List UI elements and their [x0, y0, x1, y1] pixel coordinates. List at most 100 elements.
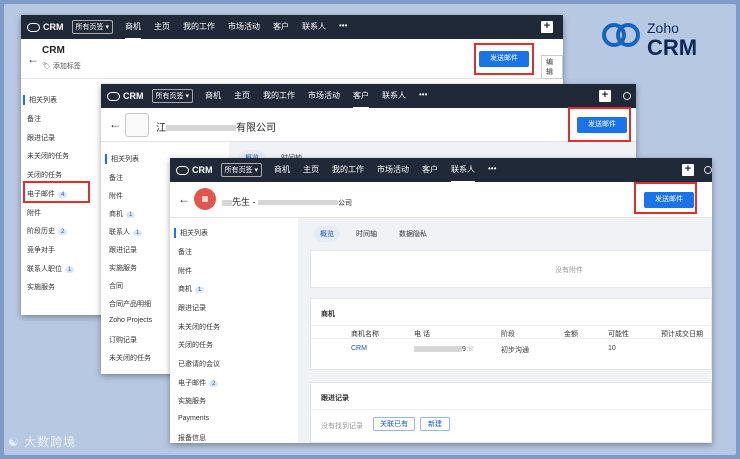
no-records-text: 没有找到记录 [321, 423, 363, 430]
deal-name-link[interactable]: CRM [351, 345, 367, 352]
related-item-filing-info[interactable]: 报备信息 [178, 433, 206, 443]
nav-more-icon[interactable]: ••• [339, 15, 347, 40]
related-item-closed-tasks[interactable]: 关闭的任务 [27, 170, 62, 180]
tab-data-privacy[interactable]: 数据隐私 [393, 226, 433, 242]
deal-stage: 初步沟通 [501, 347, 529, 354]
nav-tab-deals[interactable]: 商机 [205, 84, 221, 109]
plus-icon[interactable]: + [599, 90, 611, 102]
nav-tab-accounts[interactable]: 客户 [273, 15, 289, 40]
related-item-followup[interactable]: 跟进记录 [178, 303, 206, 313]
crm-logo-icon [176, 165, 189, 175]
add-tag-link[interactable]: 🏷 添加标签 [42, 61, 81, 71]
related-item-label: 商机 [178, 286, 192, 293]
nav-tab-campaigns[interactable]: 市场活动 [228, 15, 260, 40]
back-arrow-icon[interactable]: ← [27, 52, 39, 66]
related-item-invited-meetings[interactable]: 已邀请的会议 [178, 359, 220, 369]
nav-tab-contacts[interactable]: 联系人 [450, 158, 475, 183]
search-icon[interactable] [704, 166, 712, 174]
related-list-header: 相关列表 [174, 228, 208, 238]
nav-tab-home[interactable]: 主页 [154, 15, 170, 40]
related-item-emails[interactable]: 电子邮件 2 [178, 378, 219, 388]
divider [311, 409, 712, 410]
nav-tab-my-work[interactable]: 我的工作 [263, 84, 295, 109]
related-item-implementation[interactable]: 实施服务 [178, 396, 206, 406]
related-item-notes[interactable]: 备注 [27, 114, 41, 124]
related-item-contacts[interactable]: 联系人 1 [109, 227, 143, 237]
related-item-implementation[interactable]: 实施服务 [27, 282, 55, 292]
back-arrow-icon[interactable]: ← [109, 117, 121, 131]
all-tabs-dropdown[interactable]: 所有页签 ▾ [71, 20, 113, 34]
nav-tab-deals[interactable]: 商机 [274, 158, 290, 183]
related-item-open-tasks[interactable]: 未关闭的任务 [178, 322, 220, 332]
related-item-payments[interactable]: Payments [178, 415, 209, 422]
no-attachments-text: 没有附件 [555, 267, 583, 274]
related-item-label: 联系人 [109, 229, 130, 236]
related-item-open-tasks[interactable]: 未关闭的任务 [109, 353, 151, 363]
related-item-attachments[interactable]: 附件 [178, 266, 192, 276]
nav-more-icon[interactable]: ••• [419, 84, 427, 109]
table-row[interactable]: CRM 9☏ 初步沟通 10 [311, 339, 712, 357]
brand-label: CRM [43, 22, 64, 32]
all-tabs-dropdown[interactable]: 所有页签 ▾ [151, 89, 193, 103]
window-contact: CRM 所有页签 ▾ 商机 主页 我的工作 市场活动 客户 联系人 ••• + … [170, 158, 712, 443]
related-item-attachments[interactable]: 附件 [109, 191, 123, 201]
nav-tab-deals[interactable]: 商机 [124, 15, 141, 40]
nav-tab-campaigns[interactable]: 市场活动 [377, 158, 409, 183]
count-badge: 2 [58, 229, 68, 235]
related-item-contact-roles[interactable]: 联系人职位 1 [27, 264, 75, 274]
nav-tabs: 商机 主页 我的工作 市场活动 客户 联系人 ••• [124, 15, 347, 40]
record-header: ← 江有限公司 发送邮件 [101, 108, 636, 142]
highlight-send-email-1 [474, 43, 534, 75]
edit-button[interactable]: 编辑 [541, 55, 563, 79]
nav-tab-home[interactable]: 主页 [303, 158, 319, 183]
crm-brand[interactable]: CRM [27, 22, 64, 32]
nav-tab-contacts[interactable]: 联系人 [382, 84, 406, 109]
related-item-notes[interactable]: 备注 [178, 247, 192, 257]
plus-icon[interactable]: + [541, 21, 553, 33]
nav-tab-contacts[interactable]: 联系人 [302, 15, 326, 40]
related-item-attachments[interactable]: 附件 [27, 208, 41, 218]
related-item-notes[interactable]: 备注 [109, 173, 123, 183]
related-item-orders[interactable]: 订购记录 [109, 335, 137, 345]
related-item-followup[interactable]: 跟进记录 [109, 245, 137, 255]
plus-icon[interactable]: + [682, 164, 694, 176]
account-title-prefix: 江 [156, 123, 166, 134]
nav-more-icon[interactable]: ••• [488, 158, 496, 183]
related-item-stage-history[interactable]: 阶段历史 2 [27, 226, 68, 236]
related-item-implementation[interactable]: 实施服务 [109, 263, 137, 273]
nav-tab-my-work[interactable]: 我的工作 [332, 158, 364, 183]
redacted-text [222, 199, 232, 206]
related-item-deals[interactable]: 商机 1 [178, 284, 205, 294]
nav-tab-accounts[interactable]: 客户 [352, 84, 369, 109]
count-badge: 1 [126, 212, 136, 218]
back-arrow-icon[interactable]: ← [178, 192, 190, 206]
brand-label: CRM [123, 91, 144, 101]
related-item-competitors[interactable]: 竞争对手 [27, 245, 55, 255]
tab-overview[interactable]: 概览 [314, 226, 340, 242]
crm-brand[interactable]: CRM [107, 91, 144, 101]
nav-tab-campaigns[interactable]: 市场活动 [308, 84, 340, 109]
phone-icon[interactable]: ☏ [466, 346, 475, 353]
related-item-contract-products[interactable]: 合同产品明细 [109, 299, 151, 309]
related-item-open-tasks[interactable]: 未关闭的任务 [27, 151, 69, 161]
new-button[interactable]: 新建 [420, 417, 450, 431]
deals-panel: 商机 商机名称 电 话 阶段 金额 可能性 预计成交日期 CRM 9☏ 初步沟通… [310, 298, 712, 370]
related-item-deals[interactable]: 商机 1 [109, 209, 136, 219]
contact-title: 先生 - 公司 [222, 195, 352, 208]
related-item-label: 实施服务 [178, 398, 206, 405]
related-item-closed-tasks[interactable]: 关闭的任务 [178, 340, 213, 350]
tab-timeline[interactable]: 时间轴 [350, 226, 383, 242]
related-item-followup[interactable]: 跟进记录 [27, 133, 55, 143]
related-item-contracts[interactable]: 合同 [109, 281, 123, 291]
related-list-header: 相关列表 [105, 154, 139, 164]
nav-tab-home[interactable]: 主页 [234, 84, 250, 109]
search-icon[interactable] [623, 92, 631, 100]
redacted-text [414, 346, 462, 353]
link-existing-button[interactable]: 关联已有 [373, 417, 415, 431]
all-tabs-dropdown[interactable]: 所有页签 ▾ [220, 163, 262, 177]
related-item-label: 关闭的任务 [178, 342, 213, 349]
nav-tab-accounts[interactable]: 客户 [422, 158, 438, 183]
related-item-zoho-projects[interactable]: Zoho Projects [109, 317, 152, 324]
nav-tab-my-work[interactable]: 我的工作 [183, 15, 215, 40]
crm-brand[interactable]: CRM [176, 165, 213, 175]
